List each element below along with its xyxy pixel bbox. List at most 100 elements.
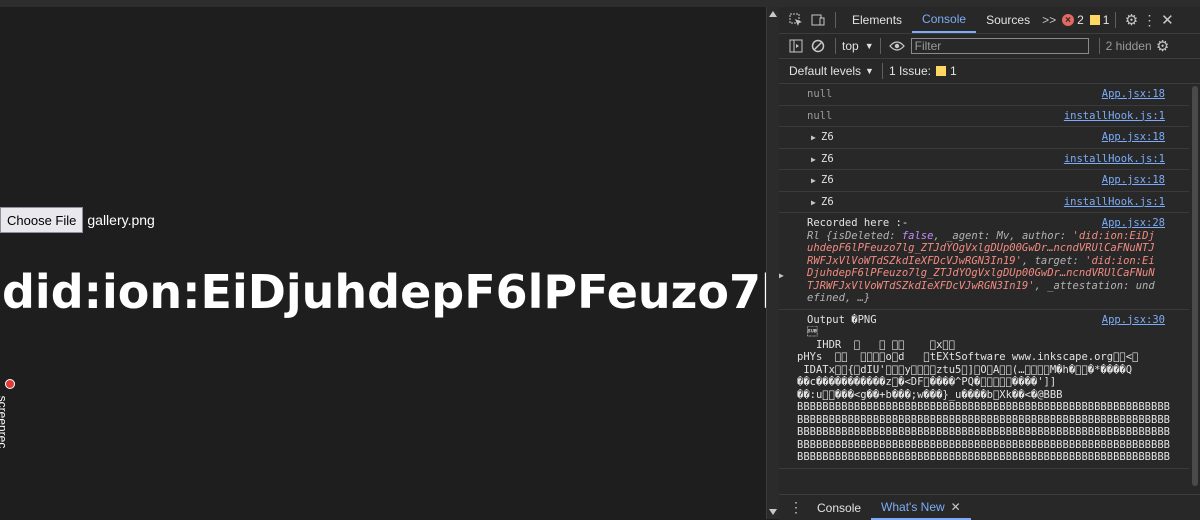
tab-separator bbox=[835, 12, 836, 28]
app-viewport: Choose File gallery.png did:ion:EiDjuhde… bbox=[0, 7, 766, 519]
warning-count[interactable]: 1 bbox=[1103, 13, 1110, 27]
log-source-link[interactable]: installHook.js:1 bbox=[1063, 195, 1165, 208]
devtools-panel: Elements Console Sources >> × 2 1 ⚙ ⋮ ✕ … bbox=[779, 7, 1200, 520]
issue-warning-icon bbox=[936, 66, 946, 76]
file-input-row: Choose File gallery.png bbox=[0, 207, 155, 233]
log-source-link[interactable]: App.jsx:28 bbox=[1101, 217, 1165, 230]
issues-count[interactable]: 1 bbox=[950, 64, 957, 78]
expand-caret-icon[interactable]: ▶ bbox=[811, 154, 816, 167]
output-line: IHDR         x   bbox=[797, 338, 956, 351]
inspect-icon[interactable] bbox=[785, 13, 807, 27]
object-prop-author: , _agent: Mv, author: bbox=[933, 229, 1073, 242]
console-row[interactable]: null App.jsx:18 bbox=[779, 84, 1189, 106]
log-text: Z6 bbox=[821, 131, 834, 143]
output-line: pHYs        o d  tEXtSoftware www.inksca… bbox=[797, 351, 1139, 363]
log-source-link[interactable]: installHook.js:1 bbox=[1063, 109, 1165, 122]
close-icon[interactable]: ✕ bbox=[951, 500, 961, 514]
error-count[interactable]: 2 bbox=[1077, 13, 1084, 27]
expand-caret-icon[interactable]: ▶ bbox=[811, 175, 816, 188]
console-row[interactable]: null installHook.js:1 bbox=[779, 106, 1189, 127]
log-source-link[interactable]: App.jsx:30 bbox=[1101, 313, 1165, 326]
console-row[interactable]: ▶ Z6 installHook.js:1 bbox=[779, 192, 1189, 213]
console-row[interactable]: ▶ Z6 installHook.js:1 bbox=[779, 149, 1189, 170]
drawer-tab-console[interactable]: Console bbox=[807, 495, 871, 520]
drawer-menu-icon[interactable]: ⋮ bbox=[785, 499, 807, 516]
levels-bar: Default levels ▼ 1 Issue: 1 bbox=[779, 59, 1200, 84]
context-selector[interactable]: top bbox=[842, 39, 859, 53]
output-line: ��c�����������z �<DF ����^PQ�     ����']… bbox=[797, 376, 1057, 388]
log-text: Z6 bbox=[821, 152, 834, 165]
kebab-menu-icon[interactable]: ⋮ bbox=[1140, 12, 1158, 29]
drawer-tab-bar: ⋮ Console What's New ✕ bbox=[779, 494, 1200, 520]
tab-sources[interactable]: Sources bbox=[976, 7, 1040, 33]
screenrec-label: screenrec bbox=[0, 395, 10, 449]
output-log-row[interactable]: Output �PNG App.jsx:30  IHDR         x … bbox=[779, 310, 1189, 469]
console-row[interactable]: ▶ Z6 App.jsx:18 bbox=[779, 170, 1189, 192]
tab-console[interactable]: Console bbox=[912, 7, 977, 33]
arrow-down-icon bbox=[769, 509, 777, 515]
warning-icon bbox=[1089, 15, 1100, 25]
output-line: BBBBBBBBBBBBBBBBBBBBBBBBBBBBBBBBBBBBBBBB… bbox=[797, 438, 1170, 451]
filter-separator bbox=[1098, 38, 1100, 54]
log-source-link[interactable]: App.jsx:18 bbox=[1101, 131, 1165, 144]
drawer-tab-label: What's New bbox=[881, 499, 945, 514]
filter-separator bbox=[835, 38, 836, 54]
log-source-link[interactable]: App.jsx:18 bbox=[1101, 174, 1165, 187]
log-source-link[interactable]: App.jsx:18 bbox=[1101, 88, 1165, 101]
log-text: null bbox=[807, 109, 833, 122]
more-tabs-button[interactable]: >> bbox=[1040, 13, 1058, 27]
output-line: BBBBBBBBBBBBBBBBBBBBBBBBBBBBBBBBBBBBBBBB… bbox=[797, 451, 1170, 463]
eye-icon[interactable] bbox=[887, 40, 907, 52]
console-settings-icon[interactable]: ⚙ bbox=[1154, 37, 1172, 55]
arrow-up-icon bbox=[769, 11, 777, 17]
output-line: ��:u  ���<g��+b���;w���}_u����b Xk��<�@B… bbox=[797, 388, 1063, 401]
log-text: Z6 bbox=[821, 195, 834, 208]
tab-elements[interactable]: Elements bbox=[842, 7, 912, 33]
expand-caret-icon[interactable]: ▶ bbox=[779, 270, 784, 283]
devtools-splitter[interactable] bbox=[766, 7, 779, 519]
object-class: Rl bbox=[807, 229, 820, 242]
chevron-down-icon[interactable]: ▼ bbox=[865, 66, 874, 76]
expand-caret-icon[interactable]: ▶ bbox=[811, 132, 816, 145]
console-row[interactable]: ▶ Z6 App.jsx:18 bbox=[779, 127, 1189, 149]
object-prop-attestation: , _attestation: bbox=[1034, 279, 1136, 292]
output-line: BBBBBBBBBBBBBBBBBBBBBBBBBBBBBBBBBBBBBBBB… bbox=[797, 426, 1170, 438]
screenrec-widget[interactable]: screenrec bbox=[0, 375, 18, 465]
issues-label[interactable]: 1 Issue: bbox=[889, 64, 931, 78]
filter-separator bbox=[879, 38, 881, 54]
selected-file-name: gallery.png bbox=[87, 212, 155, 228]
tab-separator bbox=[1115, 12, 1117, 28]
sidebar-icon[interactable] bbox=[785, 39, 807, 53]
choose-file-button[interactable]: Choose File bbox=[0, 207, 84, 233]
output-line: BBBBBBBBBBBBBBBBBBBBBBBBBBBBBBBBBBBBBBBB… bbox=[797, 413, 1170, 426]
console-scrollbar[interactable] bbox=[1190, 84, 1200, 494]
close-icon[interactable]: ✕ bbox=[1158, 11, 1176, 29]
console-filter-bar: top ▼ 2 hidden ⚙ bbox=[779, 34, 1200, 59]
settings-icon[interactable]: ⚙ bbox=[1122, 11, 1140, 29]
scrollbar-thumb[interactable] bbox=[1192, 86, 1198, 486]
object-value-false: false bbox=[901, 229, 934, 242]
log-source-link[interactable]: installHook.js:1 bbox=[1063, 152, 1165, 165]
console-filter-input[interactable] bbox=[910, 38, 1089, 54]
object-prop-target: , target: bbox=[1021, 254, 1086, 267]
log-text: null bbox=[807, 88, 833, 100]
clear-icon[interactable] bbox=[807, 39, 829, 53]
levels-separator bbox=[881, 63, 883, 79]
error-icon: × bbox=[1062, 14, 1075, 26]
object-prop-isdeleted: {isDeleted: bbox=[819, 229, 902, 242]
default-levels-dropdown[interactable]: Default levels bbox=[789, 64, 861, 78]
recorded-log-row[interactable]: Recorded here :- App.jsx:28 ▶ Rl {isDele… bbox=[779, 213, 1189, 310]
devtools-tab-bar: Elements Console Sources >> × 2 1 ⚙ ⋮ ✕ bbox=[779, 7, 1200, 34]
drawer-tab-whats-new[interactable]: What's New ✕ bbox=[871, 495, 971, 520]
output-line:  bbox=[807, 326, 818, 338]
did-heading: did:ion:EiDjuhdepF6lPFeuzo7lg_ZTJdYOgVxl… bbox=[2, 265, 766, 319]
console-messages: null App.jsx:18 null installHook.js:1 ▶ … bbox=[779, 84, 1189, 494]
device-toggle-icon[interactable] bbox=[807, 13, 829, 27]
hidden-count: 2 hidden bbox=[1105, 39, 1152, 53]
record-dot-icon bbox=[5, 379, 15, 389]
output-line: IDATx  { dIU'   y    ztu5 ] O A  (…    M… bbox=[797, 363, 1133, 376]
chevron-down-icon[interactable]: ▼ bbox=[865, 41, 874, 51]
expand-caret-icon[interactable]: ▶ bbox=[811, 197, 816, 210]
output-line: BBBBBBBBBBBBBBBBBBBBBBBBBBBBBBBBBBBBBBBB… bbox=[797, 401, 1170, 413]
object-ellipsis: , …} bbox=[844, 292, 871, 304]
